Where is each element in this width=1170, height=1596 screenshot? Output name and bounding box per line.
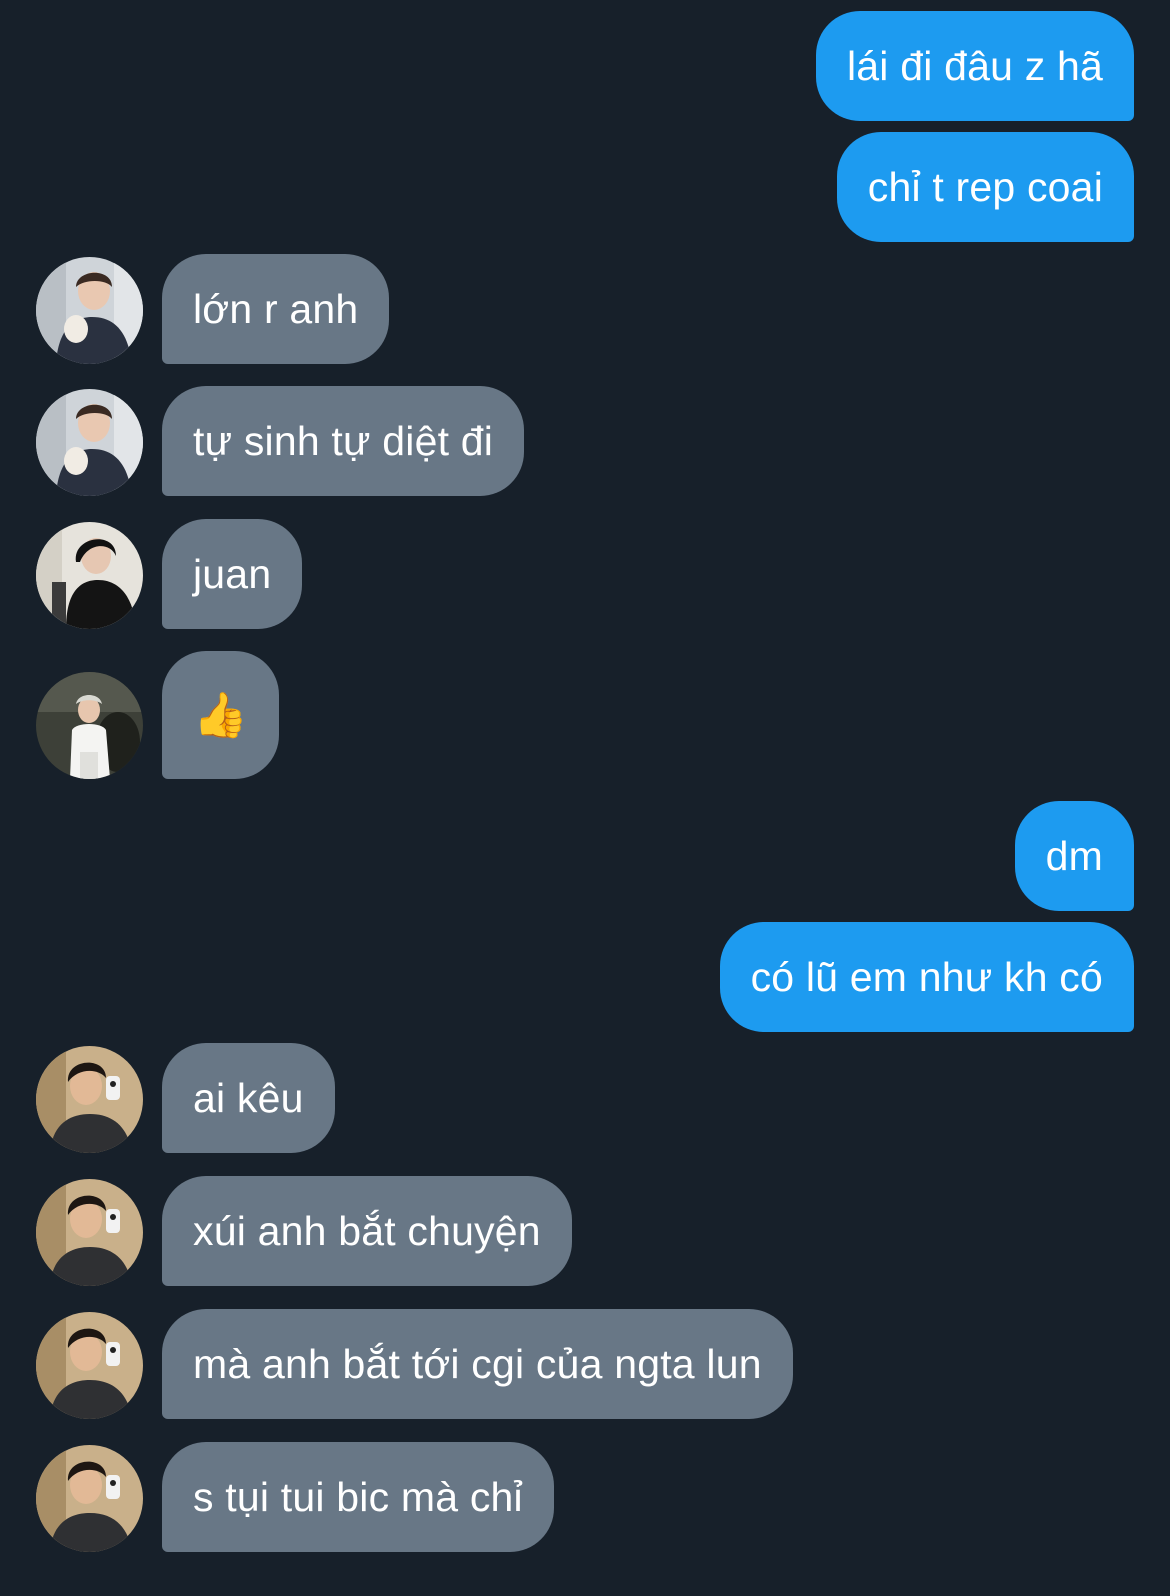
message-bubble-outgoing[interactable]: chỉ t rep coai — [836, 132, 1134, 242]
message-row-outgoing: dm — [0, 801, 1170, 911]
avatar-user-b-icon — [36, 522, 143, 629]
message-row-outgoing: có lũ em như kh có — [0, 922, 1170, 1032]
message-text: lái đi đâu z hã — [846, 42, 1103, 89]
message-row-incoming: tự sinh tự diệt đi — [0, 386, 1170, 496]
message-bubble-incoming[interactable]: juan — [162, 519, 303, 629]
avatar[interactable] — [36, 1312, 143, 1419]
message-text: dm — [1045, 832, 1103, 879]
message-text: s tụi tui bic mà chỉ — [193, 1473, 523, 1520]
avatar-user-d-icon — [36, 1046, 143, 1153]
message-text: tự sinh tự diệt đi — [193, 417, 494, 464]
message-row-incoming: 👍 — [0, 651, 1170, 779]
message-bubble-outgoing[interactable]: dm — [1014, 801, 1134, 911]
avatar[interactable] — [36, 1179, 143, 1286]
message-row-incoming: ai kêu — [0, 1043, 1170, 1153]
message-row-incoming: lớn r anh — [0, 254, 1170, 364]
message-bubble-outgoing[interactable]: có lũ em như kh có — [719, 922, 1134, 1032]
message-text: ai kêu — [193, 1074, 304, 1121]
message-bubble-incoming[interactable]: s tụi tui bic mà chỉ — [162, 1442, 554, 1552]
message-text: xúi anh bắt chuyện — [193, 1207, 541, 1254]
avatar[interactable] — [36, 522, 143, 629]
avatar-user-c-icon — [36, 672, 143, 779]
message-text: lớn r anh — [193, 285, 359, 332]
avatar[interactable] — [36, 1445, 143, 1552]
message-row-outgoing: lái đi đâu z hã — [0, 11, 1170, 121]
message-row-incoming: juan — [0, 519, 1170, 629]
avatar-user-a-icon — [36, 257, 143, 364]
message-bubble-incoming[interactable]: xúi anh bắt chuyện — [162, 1176, 572, 1286]
avatar[interactable] — [36, 1046, 143, 1153]
avatar-user-d-icon — [36, 1312, 143, 1419]
avatar[interactable] — [36, 672, 143, 779]
message-bubble-incoming[interactable]: tự sinh tự diệt đi — [162, 386, 525, 496]
message-row-incoming: mà anh bắt tới cgi của ngta lun — [0, 1309, 1170, 1419]
avatar[interactable] — [36, 257, 143, 364]
message-bubble-incoming[interactable]: 👍 — [162, 651, 279, 779]
message-bubble-outgoing[interactable]: lái đi đâu z hã — [815, 11, 1134, 121]
message-bubble-incoming[interactable]: lớn r anh — [162, 254, 390, 364]
message-text: chỉ t rep coai — [867, 163, 1103, 210]
avatar[interactable] — [36, 389, 143, 496]
message-row-incoming: s tụi tui bic mà chỉ — [0, 1442, 1170, 1552]
message-text: có lũ em như kh có — [750, 953, 1103, 1000]
message-bubble-incoming[interactable]: mà anh bắt tới cgi của ngta lun — [162, 1309, 793, 1419]
message-bubble-incoming[interactable]: ai kêu — [162, 1043, 335, 1153]
avatar-user-d-icon — [36, 1179, 143, 1286]
avatar-user-a-icon — [36, 389, 143, 496]
message-thread: lái đi đâu z hã chỉ t rep coai lớn r anh — [0, 0, 1170, 1596]
avatar-user-d-icon — [36, 1445, 143, 1552]
thumbs-up-icon: 👍 — [193, 690, 248, 741]
message-text: mà anh bắt tới cgi của ngta lun — [193, 1340, 762, 1387]
message-row-incoming: xúi anh bắt chuyện — [0, 1176, 1170, 1286]
message-row-outgoing: chỉ t rep coai — [0, 132, 1170, 242]
message-text: juan — [193, 550, 272, 597]
